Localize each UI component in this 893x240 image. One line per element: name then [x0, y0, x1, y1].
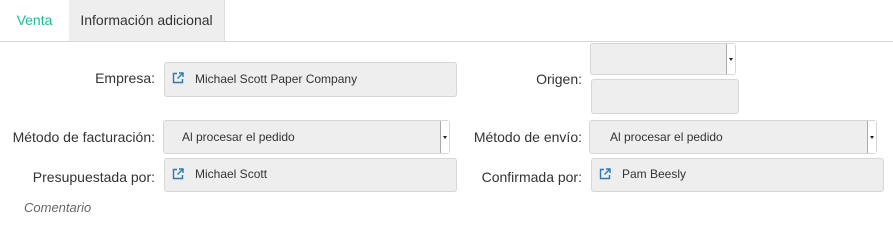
empresa-value: Michael Scott Paper Company [195, 72, 358, 86]
tab-venta[interactable]: Venta [0, 0, 69, 40]
presupuestada-por-field[interactable]: Michael Scott [164, 158, 457, 192]
metodo-facturacion-label: Método de facturación: [12, 129, 155, 145]
origen-select[interactable] [590, 43, 736, 75]
tab-informacion-adicional[interactable]: Información adicional [69, 0, 225, 41]
presupuestada-por-value: Michael Scott [195, 167, 268, 181]
confirmada-por-value: Pam Beesly [622, 167, 687, 181]
metodo-facturacion-select[interactable]: Al procesar el pedido [163, 120, 450, 154]
confirmada-por-label: Confirmada por: [481, 169, 582, 185]
metodo-envio-value: Al procesar el pedido [610, 130, 723, 144]
external-link-icon[interactable] [599, 168, 611, 180]
metodo-envio-select[interactable]: Al procesar el pedido [589, 120, 877, 154]
external-link-icon[interactable] [172, 168, 184, 180]
chevron-down-icon[interactable] [867, 121, 876, 153]
presupuestada-por-label: Presupuestada por: [32, 169, 155, 185]
empresa-label: Empresa: [95, 70, 155, 86]
empresa-field[interactable]: Michael Scott Paper Company [164, 62, 457, 97]
origen-label: Origen: [536, 71, 582, 87]
chevron-down-icon[interactable] [440, 121, 449, 153]
origen-input[interactable] [591, 79, 739, 114]
chevron-down-icon[interactable] [726, 44, 735, 74]
external-link-icon[interactable] [172, 72, 184, 84]
confirmada-por-field[interactable]: Pam Beesly [591, 158, 884, 192]
comentario-label: Comentario [24, 200, 92, 215]
metodo-facturacion-value: Al procesar el pedido [182, 130, 295, 144]
tab-bar: Venta Información adicional [0, 0, 893, 42]
metodo-envio-label: Método de envío: [473, 129, 582, 145]
